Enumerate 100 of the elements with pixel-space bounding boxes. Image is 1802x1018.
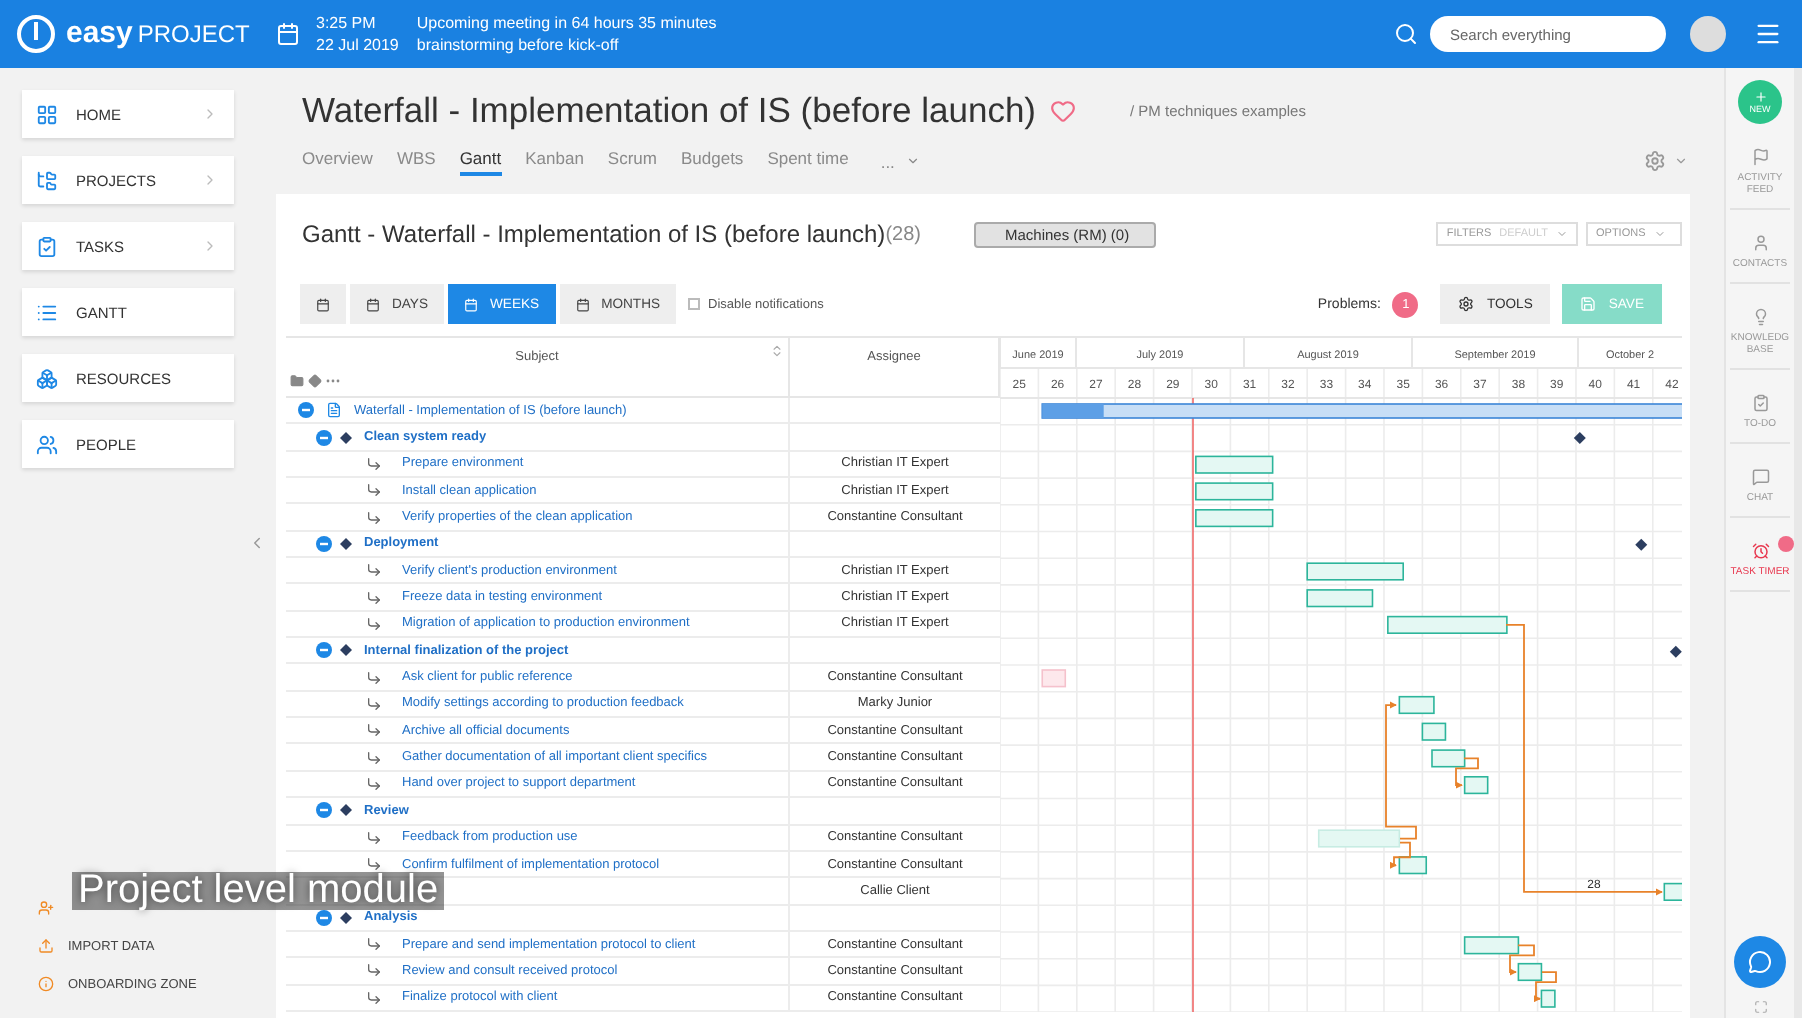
task-bar[interactable]: [1421, 722, 1447, 741]
project-icon: [326, 402, 342, 419]
dependency-arrow: [1533, 971, 1557, 1003]
subtask-arrow-icon: [366, 562, 382, 579]
task-bar[interactable]: [1431, 749, 1466, 768]
subtask-arrow-icon: [366, 962, 382, 979]
avatar[interactable]: [1690, 16, 1726, 52]
collapse-icon[interactable]: [316, 909, 332, 926]
milestone-marker[interactable]: [1669, 645, 1682, 658]
task-bar[interactable]: [1306, 562, 1404, 581]
sort-icon[interactable]: [770, 344, 784, 358]
diamond-icon[interactable]: [308, 374, 322, 388]
collapse-icon[interactable]: [316, 802, 332, 819]
subtask-arrow-icon: [366, 722, 382, 739]
subtask-arrow-icon: [366, 775, 382, 792]
tab[interactable]: Kanban: [525, 147, 584, 175]
subtask-arrow-icon: [366, 695, 382, 712]
milestone-icon: [340, 431, 352, 444]
task-bar[interactable]: [1387, 615, 1508, 634]
caret-icon[interactable]: [1674, 154, 1688, 168]
chevron-icon: [202, 106, 218, 122]
task-bar[interactable]: [1540, 989, 1556, 1008]
collapse-icon[interactable]: [316, 535, 332, 552]
task-bar[interactable]: [1306, 589, 1374, 608]
alert-dot: [1778, 536, 1794, 552]
task-bar[interactable]: [1041, 669, 1067, 688]
sidebar-link[interactable]: [38, 896, 54, 920]
menu-icon[interactable]: [1754, 20, 1782, 48]
collapse-icon[interactable]: [316, 642, 332, 659]
event-subtitle[interactable]: brainstorming before kick-off: [416, 34, 717, 56]
milestone-icon: [340, 644, 352, 657]
caret-icon: [1556, 228, 1568, 240]
collapse-icon[interactable]: [248, 534, 266, 552]
subtask-arrow-icon: [366, 989, 382, 1006]
task-bar[interactable]: [1463, 936, 1520, 955]
home-icon: [36, 103, 58, 125]
chat-button[interactable]: [1734, 936, 1786, 988]
dependency-arrow: [1455, 757, 1479, 789]
plus-icon: [1753, 90, 1767, 104]
tab[interactable]: WBS: [396, 147, 436, 175]
event-date: 22 Jul 2019: [316, 34, 399, 56]
task-bar[interactable]: [1517, 962, 1543, 982]
task-bar[interactable]: [1398, 695, 1435, 715]
projects-icon: [36, 169, 58, 191]
calendar-icon: [366, 297, 380, 311]
upload-icon: [38, 938, 54, 954]
today-button[interactable]: [300, 284, 346, 324]
event-time: 3:25 PM: [316, 12, 378, 34]
project-bar[interactable]: [1041, 403, 1682, 419]
subtask-arrow-icon: [366, 455, 382, 472]
resources-icon: [36, 367, 58, 389]
lightbulb-icon: [1751, 308, 1769, 326]
caret-icon: [1653, 228, 1666, 240]
subtask-arrow-icon: [366, 482, 382, 499]
tasks-icon: [36, 235, 58, 257]
event-title[interactable]: Upcoming meeting in 64 hours 35 minutes: [416, 12, 717, 34]
task-bar[interactable]: [1663, 882, 1682, 901]
more-icon[interactable]: [326, 378, 340, 384]
task-bar[interactable]: [1195, 509, 1274, 528]
tab[interactable]: Budgets: [680, 147, 744, 175]
subtask-arrow-icon: [366, 829, 382, 846]
subtask-arrow-icon: [366, 669, 382, 686]
chat-icon: [1751, 468, 1769, 486]
task-bar[interactable]: [1463, 776, 1489, 795]
subtask-arrow-icon: [366, 856, 382, 873]
alarm-clock-icon: [1751, 542, 1769, 560]
settings-icon[interactable]: [1644, 150, 1666, 172]
fullscreen-icon[interactable]: [1753, 1000, 1767, 1014]
task-bar[interactable]: [1195, 455, 1274, 474]
heart-icon[interactable]: [1050, 98, 1077, 124]
tab[interactable]: Overview: [302, 147, 373, 175]
save-icon: [1580, 296, 1597, 312]
gantt-icon: [36, 301, 58, 323]
task-bar[interactable]: [1195, 482, 1274, 501]
calendar-icon[interactable]: [276, 22, 300, 46]
tab[interactable]: Scrum: [607, 147, 657, 175]
task-bar[interactable]: [1398, 856, 1428, 875]
clipboard-icon: [1751, 394, 1769, 412]
milestone-icon: [340, 537, 352, 550]
count-label: (28): [885, 223, 921, 245]
search-icon[interactable]: [1394, 22, 1418, 46]
tab[interactable]: Spent time: [767, 147, 849, 175]
logo-text: easy PROJECT: [66, 16, 250, 52]
collapse-icon[interactable]: [298, 402, 314, 419]
people-icon: [36, 433, 58, 455]
folder-icon[interactable]: [290, 374, 304, 388]
user-plus-icon: [38, 900, 54, 916]
chat-icon: [1748, 950, 1772, 974]
tab[interactable]: Gantt: [459, 147, 502, 175]
more-tab[interactable]: ...: [880, 151, 921, 171]
milestone-marker[interactable]: [1635, 538, 1648, 551]
video-caption: Project level module: [72, 872, 445, 910]
dependency-arrow: [1509, 944, 1535, 976]
caret-icon: [906, 154, 921, 168]
calendar-icon: [464, 297, 479, 311]
milestone-marker[interactable]: [1573, 432, 1586, 445]
gear-icon: [1458, 296, 1475, 312]
subtask-arrow-icon: [366, 509, 382, 526]
collapse-icon[interactable]: [316, 429, 332, 446]
milestone-icon: [340, 911, 352, 924]
